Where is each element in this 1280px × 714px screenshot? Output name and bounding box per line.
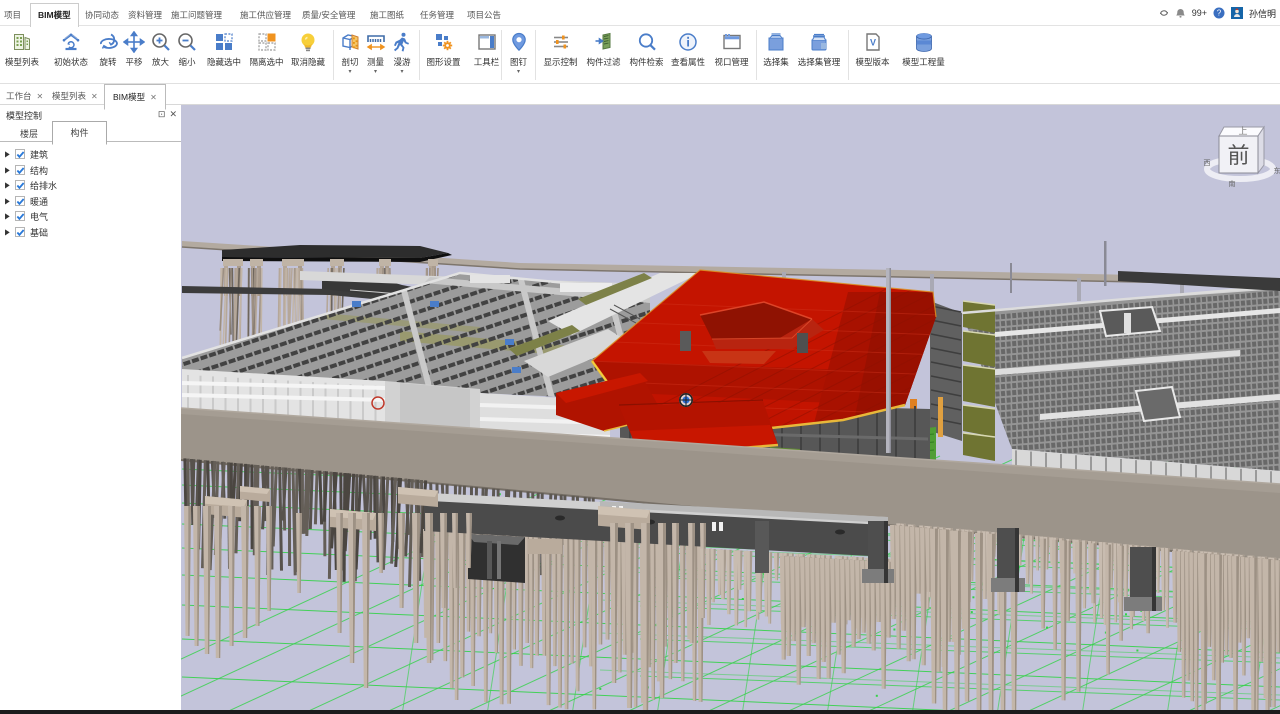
svg-text:西: 西	[1204, 159, 1211, 167]
svg-text:前: 前	[1227, 143, 1249, 168]
svg-text:?: ?	[1217, 9, 1222, 18]
svg-text:南: 南	[1229, 179, 1236, 188]
svg-text:东: 东	[1274, 166, 1280, 175]
svg-text:上: 上	[1238, 126, 1247, 136]
svg-text:V: V	[869, 38, 875, 48]
